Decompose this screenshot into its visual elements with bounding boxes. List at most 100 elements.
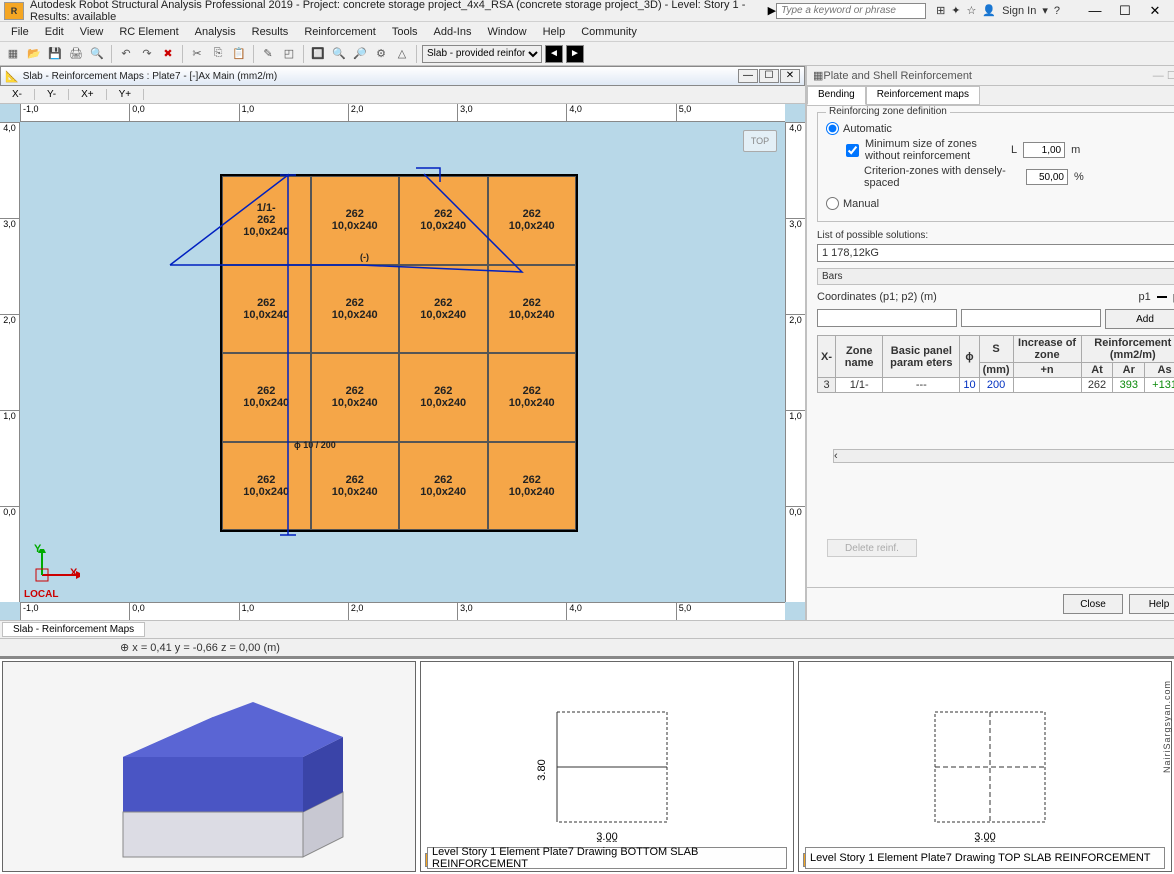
cell-zone: 1/1- bbox=[836, 378, 883, 393]
separator bbox=[416, 45, 417, 63]
dropdown-icon[interactable]: ▾ bbox=[1042, 4, 1048, 17]
menu-edit[interactable]: Edit bbox=[38, 24, 71, 40]
menu-file[interactable]: File bbox=[4, 24, 36, 40]
panel-min-button[interactable]: — bbox=[1153, 70, 1164, 82]
menu-reinforcement[interactable]: Reinforcement bbox=[297, 24, 383, 40]
solutions-combo[interactable]: 1 178,12kG▾ bbox=[817, 244, 1174, 262]
ruler-left: 0,0 1,0 2,0 3,0 4,0 bbox=[0, 122, 20, 602]
cell-s: 200 bbox=[979, 378, 1013, 393]
th-zone[interactable]: Zone name bbox=[836, 336, 883, 378]
apps-icon[interactable]: ⊞ bbox=[936, 4, 945, 17]
menu-community[interactable]: Community bbox=[574, 24, 644, 40]
coord-xplus[interactable]: X+ bbox=[69, 89, 107, 100]
th-as[interactable]: As bbox=[1145, 363, 1174, 378]
tab-bending[interactable]: Bending bbox=[807, 86, 866, 105]
radio-manual[interactable] bbox=[826, 197, 839, 210]
menu-addins[interactable]: Add-Ins bbox=[427, 24, 479, 40]
tool-copy-icon[interactable]: ⎘ bbox=[209, 45, 227, 63]
menu-analysis[interactable]: Analysis bbox=[188, 24, 243, 40]
tool-undo-icon[interactable]: ↶ bbox=[117, 45, 135, 63]
menu-help[interactable]: Help bbox=[536, 24, 573, 40]
tool-edit-icon[interactable]: ✎ bbox=[259, 45, 277, 63]
search-input[interactable] bbox=[776, 3, 926, 19]
close-button[interactable]: ✕ bbox=[1140, 3, 1170, 19]
th-plusn[interactable]: +n bbox=[1013, 363, 1081, 378]
tool-paste-icon[interactable]: 📋 bbox=[230, 45, 248, 63]
coord-yplus[interactable]: Y+ bbox=[107, 89, 145, 100]
tool-zoomout-icon[interactable]: 🔎 bbox=[351, 45, 369, 63]
tool-preview-icon[interactable]: 🔍 bbox=[88, 45, 106, 63]
coord-yminus[interactable]: Y- bbox=[35, 89, 69, 100]
thumbnail-bottom-reinf[interactable]: 3.00 3.80 3.80 R Level Story 1 Element P… bbox=[420, 661, 794, 872]
minimize-button[interactable]: — bbox=[1080, 3, 1110, 19]
coord-input-1[interactable] bbox=[817, 309, 957, 327]
menu-view[interactable]: View bbox=[73, 24, 111, 40]
ruler-tick: 3,0 bbox=[0, 218, 19, 314]
slab-cell: 26210,0x240 bbox=[311, 442, 400, 531]
panel-max-button[interactable]: ☐ bbox=[1167, 70, 1174, 82]
menu-results[interactable]: Results bbox=[245, 24, 296, 40]
user-icon[interactable]: 👤 bbox=[982, 4, 996, 17]
delete-reinf-button[interactable]: Delete reinf. bbox=[827, 539, 917, 557]
th-s[interactable]: S bbox=[979, 336, 1013, 363]
canvas[interactable]: -1,0 0,0 1,0 2,0 3,0 4,0 5,0 -1,0 0,0 1,… bbox=[0, 104, 805, 620]
view-combo[interactable]: Slab - provided reinforc bbox=[422, 45, 542, 63]
thumbnail-top-reinf[interactable]: 3.00 3.80 R Level Story 1 Element Plate7… bbox=[798, 661, 1172, 872]
th-basic[interactable]: Basic panel param eters bbox=[883, 336, 960, 378]
th-at[interactable]: At bbox=[1081, 363, 1113, 378]
separator bbox=[111, 45, 112, 63]
input-criterion-value[interactable] bbox=[1026, 169, 1068, 185]
tool-layout-icon[interactable]: ▦ bbox=[4, 45, 22, 63]
th-x[interactable]: X- bbox=[818, 336, 836, 378]
nav-prev-button[interactable]: ◄ bbox=[545, 45, 563, 63]
input-l-value[interactable] bbox=[1023, 142, 1065, 158]
tool-calc-icon[interactable]: ⚙ bbox=[372, 45, 390, 63]
tool-delete-icon[interactable]: ✖ bbox=[159, 45, 177, 63]
tool-redo-icon[interactable]: ↷ bbox=[138, 45, 156, 63]
close-button[interactable]: Close bbox=[1063, 594, 1123, 614]
tool-cut-icon[interactable]: ✂ bbox=[188, 45, 206, 63]
thumbnail-3d[interactable] bbox=[2, 661, 416, 872]
tool-save-icon[interactable]: 💾 bbox=[46, 45, 64, 63]
radio-automatic[interactable] bbox=[826, 122, 839, 135]
ruler-bottom: -1,0 0,0 1,0 2,0 3,0 4,0 5,0 bbox=[20, 602, 785, 620]
panel-header: ▦ Plate and Shell Reinforcement — ☐ ✕ bbox=[807, 66, 1174, 86]
watermark: NairiSargsyan.com bbox=[1162, 680, 1172, 773]
checkbox-minsize[interactable] bbox=[846, 144, 859, 157]
maximize-button[interactable]: ☐ bbox=[1110, 3, 1140, 19]
tool-print-icon[interactable]: 🖨 bbox=[67, 45, 85, 63]
bars-header: Bars bbox=[817, 268, 1174, 285]
horizontal-scrollbar[interactable]: ‹› bbox=[833, 449, 1174, 463]
help-button[interactable]: Help bbox=[1129, 594, 1174, 614]
menu-window[interactable]: Window bbox=[480, 24, 533, 40]
nav-arrow-icon[interactable]: ▶ bbox=[768, 4, 776, 17]
top-view-button[interactable]: TOP bbox=[743, 130, 777, 152]
tab-reinf-maps[interactable]: Reinforcement maps bbox=[866, 86, 980, 105]
menu-tools[interactable]: Tools bbox=[385, 24, 425, 40]
tool-pointer-icon[interactable]: △ bbox=[393, 45, 411, 63]
table-row[interactable]: 3 1/1- --- 10 200 262 393 +131 bbox=[818, 378, 1174, 393]
tool-zoomin-icon[interactable]: 🔍 bbox=[330, 45, 348, 63]
cart-icon[interactable]: ✦ bbox=[951, 4, 960, 17]
star-icon[interactable]: ☆ bbox=[967, 4, 977, 17]
add-button[interactable]: Add bbox=[1105, 309, 1174, 329]
menu-rc-element[interactable]: RC Element bbox=[112, 24, 185, 40]
th-phi[interactable]: ϕ bbox=[960, 336, 979, 378]
signin-link[interactable]: Sign In bbox=[1002, 5, 1036, 17]
tool-zoomwin-icon[interactable]: 🔲 bbox=[309, 45, 327, 63]
th-reinf[interactable]: Reinforcement (mm2/m) bbox=[1081, 336, 1174, 363]
th-mm[interactable]: (mm) bbox=[979, 363, 1013, 378]
doc-close-button[interactable]: ✕ bbox=[780, 69, 800, 83]
coord-bar: X- Y- X+ Y+ bbox=[0, 86, 805, 104]
nav-next-button[interactable]: ► bbox=[566, 45, 584, 63]
coord-input-2[interactable] bbox=[961, 309, 1101, 327]
doc-minimize-button[interactable]: — bbox=[738, 69, 758, 83]
th-increase[interactable]: Increase of zone bbox=[1013, 336, 1081, 363]
status-tab[interactable]: Slab - Reinforcement Maps bbox=[2, 622, 145, 637]
coord-xminus[interactable]: X- bbox=[0, 89, 35, 100]
help-icon[interactable]: ? bbox=[1054, 5, 1060, 17]
tool-open-icon[interactable]: 📂 bbox=[25, 45, 43, 63]
th-ar[interactable]: Ar bbox=[1113, 363, 1145, 378]
doc-maximize-button[interactable]: ☐ bbox=[759, 69, 779, 83]
tool-select-icon[interactable]: ◰ bbox=[280, 45, 298, 63]
